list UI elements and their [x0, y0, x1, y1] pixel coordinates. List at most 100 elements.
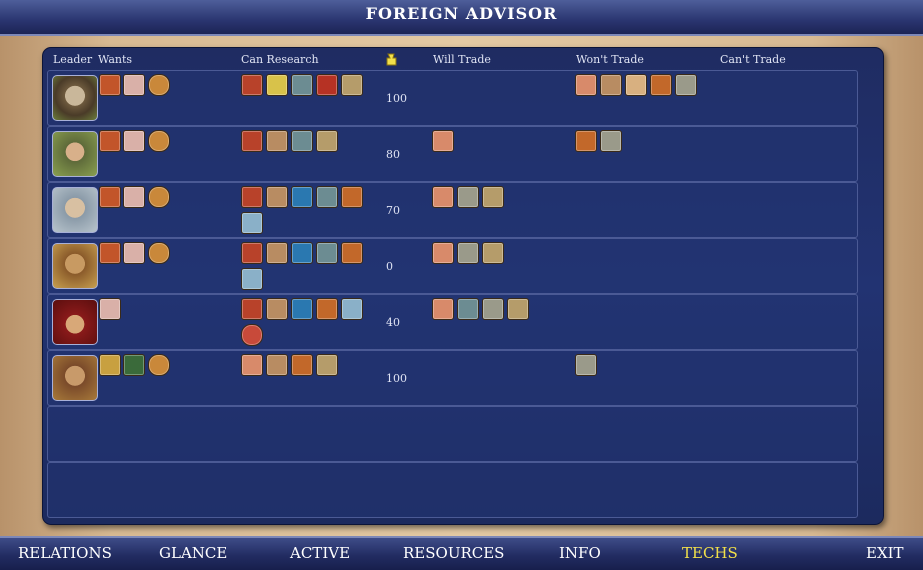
tech-icon[interactable] — [241, 324, 263, 346]
attitude-value: 100 — [386, 92, 407, 105]
compass-icon[interactable] — [148, 186, 170, 208]
tech-icon[interactable] — [99, 74, 121, 96]
tech-icon[interactable] — [241, 268, 263, 290]
leader-portrait[interactable] — [52, 243, 98, 289]
tech-icon[interactable] — [123, 186, 145, 208]
tech-icon[interactable] — [457, 186, 479, 208]
compass-icon[interactable] — [148, 354, 170, 376]
tech-icon[interactable] — [482, 186, 504, 208]
tab-techs[interactable]: TECHS — [682, 544, 738, 562]
tech-icon[interactable] — [291, 130, 313, 152]
tech-icon[interactable] — [241, 298, 263, 320]
tech-icon[interactable] — [266, 298, 288, 320]
attitude-value: 80 — [386, 148, 400, 161]
tech-icon[interactable] — [507, 298, 529, 320]
tech-icon[interactable] — [291, 186, 313, 208]
header-wont-trade: Won't Trade — [576, 53, 644, 66]
header-can-research: Can Research — [241, 53, 319, 66]
tech-icon[interactable] — [266, 130, 288, 152]
attitude-value: 70 — [386, 204, 400, 217]
tech-icon[interactable] — [650, 74, 672, 96]
compass-icon[interactable] — [148, 242, 170, 264]
tech-icon[interactable] — [432, 130, 454, 152]
tech-icon[interactable] — [123, 130, 145, 152]
tech-icon[interactable] — [241, 74, 263, 96]
tech-icon[interactable] — [600, 130, 622, 152]
exit-button[interactable]: EXIT — [866, 544, 904, 562]
leader-portrait[interactable] — [52, 131, 98, 177]
leader-portrait[interactable] — [52, 355, 98, 401]
tech-icon[interactable] — [291, 242, 313, 264]
tech-icon[interactable] — [99, 242, 121, 264]
tech-icon[interactable] — [316, 354, 338, 376]
attitude-value: 100 — [386, 372, 407, 385]
empty-row — [47, 406, 858, 462]
tech-icon[interactable] — [316, 186, 338, 208]
tech-icon[interactable] — [341, 298, 363, 320]
tech-icon[interactable] — [123, 242, 145, 264]
tech-icon[interactable] — [316, 298, 338, 320]
tech-icon[interactable] — [291, 298, 313, 320]
tech-icon[interactable] — [99, 354, 121, 376]
tech-icon[interactable] — [291, 354, 313, 376]
civ-row: 80 — [47, 126, 858, 182]
advisor-tab-bar: RELATIONS GLANCE ACTIVE RESOURCES INFO T… — [0, 536, 923, 570]
tab-resources[interactable]: RESOURCES — [403, 544, 504, 562]
leader-portrait[interactable] — [52, 299, 98, 345]
tech-icon[interactable] — [316, 74, 338, 96]
tech-icon[interactable] — [241, 242, 263, 264]
civ-row: 100 — [47, 350, 858, 406]
tab-relations[interactable]: RELATIONS — [18, 544, 112, 562]
tech-icon[interactable] — [99, 186, 121, 208]
civ-row: 70 — [47, 182, 858, 238]
leader-portrait[interactable] — [52, 187, 98, 233]
tech-icon[interactable] — [575, 354, 597, 376]
tab-active[interactable]: ACTIVE — [290, 544, 350, 562]
tech-icon[interactable] — [575, 74, 597, 96]
civ-row: 40 — [47, 294, 858, 350]
attitude-value: 40 — [386, 316, 400, 329]
tech-icon[interactable] — [99, 298, 121, 320]
tab-info[interactable]: INFO — [559, 544, 601, 562]
tech-icon[interactable] — [675, 74, 697, 96]
tech-icon[interactable] — [432, 242, 454, 264]
header-will-trade: Will Trade — [433, 53, 491, 66]
attitude-value: 0 — [386, 260, 393, 273]
tech-icon[interactable] — [266, 74, 288, 96]
tech-icon[interactable] — [123, 74, 145, 96]
tech-icon[interactable] — [241, 130, 263, 152]
tech-icon[interactable] — [241, 212, 263, 234]
tech-icon[interactable] — [316, 242, 338, 264]
gold-icon — [386, 53, 397, 66]
tech-icon[interactable] — [341, 186, 363, 208]
tech-icon[interactable] — [432, 298, 454, 320]
tech-icon[interactable] — [600, 74, 622, 96]
tech-icon[interactable] — [625, 74, 647, 96]
tech-icon[interactable] — [575, 130, 597, 152]
tech-icon[interactable] — [266, 186, 288, 208]
tech-icon[interactable] — [341, 242, 363, 264]
tech-icon[interactable] — [291, 74, 313, 96]
header-wants: Wants — [98, 53, 133, 66]
tech-icon[interactable] — [266, 354, 288, 376]
tech-icon[interactable] — [123, 354, 145, 376]
title-bar: FOREIGN ADVISOR — [0, 0, 923, 36]
tech-icon[interactable] — [241, 354, 263, 376]
tech-icon[interactable] — [432, 186, 454, 208]
screen-title: FOREIGN ADVISOR — [365, 4, 558, 23]
tech-icon[interactable] — [482, 298, 504, 320]
compass-icon[interactable] — [148, 130, 170, 152]
civ-row: 0 — [47, 238, 858, 294]
tech-icon[interactable] — [457, 242, 479, 264]
tech-icon[interactable] — [99, 130, 121, 152]
tech-icon[interactable] — [457, 298, 479, 320]
empty-row — [47, 462, 858, 518]
tab-glance[interactable]: GLANCE — [159, 544, 227, 562]
tech-icon[interactable] — [482, 242, 504, 264]
tech-icon[interactable] — [341, 74, 363, 96]
tech-icon[interactable] — [241, 186, 263, 208]
leader-portrait[interactable] — [52, 75, 98, 121]
compass-icon[interactable] — [148, 74, 170, 96]
tech-icon[interactable] — [316, 130, 338, 152]
tech-icon[interactable] — [266, 242, 288, 264]
